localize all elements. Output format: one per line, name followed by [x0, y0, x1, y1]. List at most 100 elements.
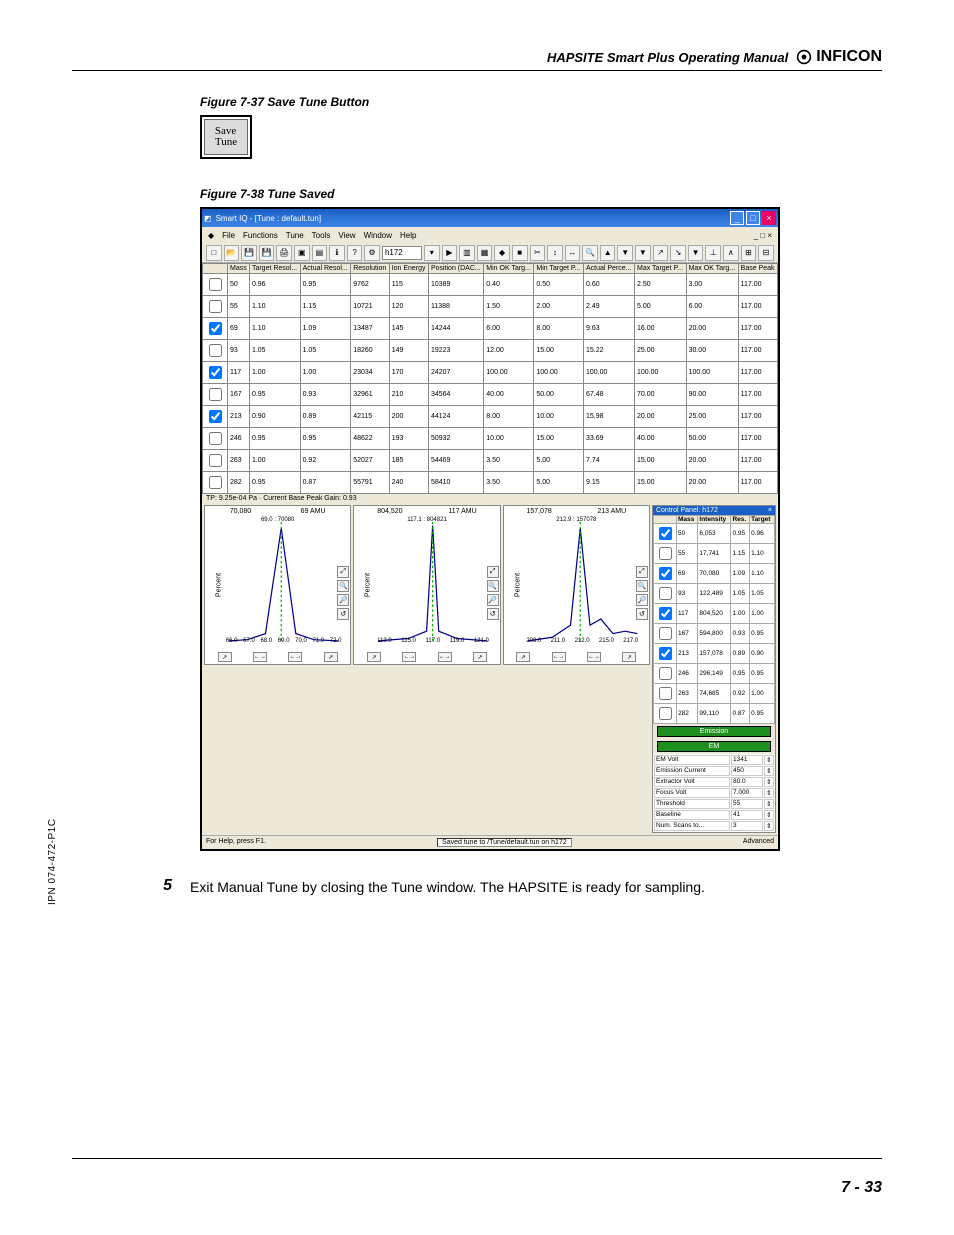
kv-value[interactable]: 55 — [731, 799, 763, 809]
chart1-c1-icon[interactable]: ↗ — [218, 652, 232, 662]
cp-row[interactable]: 93122,4891.051.05 — [653, 584, 774, 604]
menu-tune[interactable]: Tune — [286, 231, 304, 240]
chart3-zoomout-icon[interactable]: 🔎 — [636, 594, 648, 606]
chart1-zoom-icon[interactable]: ⤢ — [337, 566, 349, 578]
zoom-icon[interactable]: 🔍 — [582, 245, 598, 261]
row-checkbox[interactable] — [209, 278, 222, 291]
chart2-zoom-icon[interactable]: ⤢ — [487, 566, 499, 578]
cp-row-checkbox[interactable] — [659, 587, 672, 600]
cp-row[interactable]: 506,0530.950.96 — [653, 524, 774, 544]
kv-value[interactable]: 41 — [731, 810, 763, 820]
cp-row[interactable]: 26374,6850.921.00 — [653, 684, 774, 704]
chart1-c3-icon[interactable]: ←→ — [288, 652, 302, 662]
tool-f-icon[interactable]: ■ — [512, 245, 528, 261]
row-checkbox[interactable] — [209, 432, 222, 445]
cp-row[interactable]: 28299,1100.870.95 — [653, 704, 774, 724]
filter1-icon[interactable]: ▼ — [617, 245, 633, 261]
chart3-c2-icon[interactable]: ←→ — [552, 652, 566, 662]
cp-close-icon[interactable]: × — [768, 507, 772, 514]
chart3-c3-icon[interactable]: ←→ — [587, 652, 601, 662]
chart3-c4-icon[interactable]: ↗ — [622, 652, 636, 662]
cp-row-checkbox[interactable] — [659, 547, 672, 560]
tool-d-icon[interactable]: ▦ — [477, 245, 493, 261]
host-input[interactable] — [382, 246, 422, 260]
cp-row-checkbox[interactable] — [659, 527, 672, 540]
table-row[interactable]: 551.101.1510721120113881.502.002.495.006… — [203, 296, 778, 318]
menu-view[interactable]: View — [338, 231, 355, 240]
chart2-c3-icon[interactable]: ←→ — [438, 652, 452, 662]
spinner-icon[interactable]: ⇕ — [764, 799, 774, 809]
chart1-zoomout-icon[interactable]: 🔎 — [337, 594, 349, 606]
filter2-icon[interactable]: ▼ — [635, 245, 651, 261]
close-button[interactable]: × — [762, 211, 776, 225]
spinner-icon[interactable]: ⇕ — [764, 821, 774, 831]
spinner-icon[interactable]: ⇕ — [764, 755, 774, 765]
chart3-c1-icon[interactable]: ↗ — [516, 652, 530, 662]
save2-icon[interactable]: 💾 — [259, 245, 275, 261]
chart1-zoomin-icon[interactable]: 🔍 — [337, 580, 349, 592]
row-checkbox[interactable] — [209, 454, 222, 467]
chart2-c2-icon[interactable]: ←→ — [402, 652, 416, 662]
spinner-icon[interactable]: ⇕ — [764, 810, 774, 820]
save-icon[interactable]: 💾 — [241, 245, 257, 261]
app-menu-icon[interactable]: ◆ — [208, 231, 214, 240]
cp-row[interactable]: 246296,1490.950.95 — [653, 664, 774, 684]
cp-row-checkbox[interactable] — [659, 707, 672, 720]
row-checkbox[interactable] — [209, 476, 222, 489]
chart1-c2-icon[interactable]: ←→ — [253, 652, 267, 662]
emission-button[interactable]: Emission — [657, 726, 771, 737]
info-icon[interactable]: ℹ — [329, 245, 345, 261]
table-row[interactable]: 1670.950.93329612103456440.0050.0067.487… — [203, 384, 778, 406]
kv-value[interactable]: 80.0 — [731, 777, 763, 787]
kv-value[interactable]: 7.000 — [731, 788, 763, 798]
row-checkbox[interactable] — [209, 410, 222, 423]
menu-file[interactable]: File — [222, 231, 235, 240]
row-checkbox[interactable] — [209, 388, 222, 401]
table-row[interactable]: 2631.000.9252027185544693.505.007.7415.0… — [203, 450, 778, 472]
new-icon[interactable]: □ — [206, 245, 222, 261]
chart3-zoomin-icon[interactable]: 🔍 — [636, 580, 648, 592]
menu-help[interactable]: Help — [400, 231, 416, 240]
cp-row-checkbox[interactable] — [659, 647, 672, 660]
table-row[interactable]: 691.101.0913487145142446.008.009.6316.00… — [203, 318, 778, 340]
cp-row[interactable]: 167594,8000.930.95 — [653, 624, 774, 644]
tool-l-icon[interactable]: ⊥ — [705, 245, 721, 261]
table-row[interactable]: 931.051.05182601491922312.0015.0015.2225… — [203, 340, 778, 362]
chart2-c4-icon[interactable]: ↗ — [473, 652, 487, 662]
menu-window[interactable]: Window — [364, 231, 392, 240]
spinner-icon[interactable]: ⇕ — [764, 777, 774, 787]
table-row[interactable]: 1171.001.002303417024207100.00100.00100.… — [203, 362, 778, 384]
chart1-reset-icon[interactable]: ↺ — [337, 608, 349, 620]
chart3-zoom-icon[interactable]: ⤢ — [636, 566, 648, 578]
cp-row-checkbox[interactable] — [659, 687, 672, 700]
up-icon[interactable]: ▲ — [600, 245, 616, 261]
help-icon[interactable]: ? — [347, 245, 363, 261]
tool-h-icon[interactable]: ↔ — [565, 245, 581, 261]
dropdown-icon[interactable]: ▾ — [424, 245, 440, 261]
cp-row-checkbox[interactable] — [659, 567, 672, 580]
row-checkbox[interactable] — [209, 366, 222, 379]
tool-m-icon[interactable]: ∧ — [723, 245, 739, 261]
play-icon[interactable]: ▶ — [442, 245, 458, 261]
table-row[interactable]: 500.960.959762115103890.400.500.602.503.… — [203, 274, 778, 296]
cp-row[interactable]: 117804,5201.001.00 — [653, 604, 774, 624]
menu-functions[interactable]: Functions — [243, 231, 278, 240]
tool-a-icon[interactable]: ▣ — [294, 245, 310, 261]
tool-i-icon[interactable]: ↗ — [653, 245, 669, 261]
print-icon[interactable]: 🖨 — [276, 245, 292, 261]
tool-c-icon[interactable]: ▥ — [459, 245, 475, 261]
chart2-reset-icon[interactable]: ↺ — [487, 608, 499, 620]
tool-k-icon[interactable]: ▼ — [688, 245, 704, 261]
kv-value[interactable]: 450 — [731, 766, 763, 776]
cp-row-checkbox[interactable] — [659, 627, 672, 640]
tool-g-icon[interactable]: ↕ — [547, 245, 563, 261]
row-checkbox[interactable] — [209, 344, 222, 357]
row-checkbox[interactable] — [209, 300, 222, 313]
tool-o-icon[interactable]: ⊟ — [758, 245, 774, 261]
chart2-zoomin-icon[interactable]: 🔍 — [487, 580, 499, 592]
table-row[interactable]: 2820.950.8755791240584103.505.009.1515.0… — [203, 472, 778, 494]
cp-row[interactable]: 213157,0780.890.90 — [653, 644, 774, 664]
row-checkbox[interactable] — [209, 322, 222, 335]
tool-j-icon[interactable]: ↘ — [670, 245, 686, 261]
tool-b-icon[interactable]: ▤ — [312, 245, 328, 261]
